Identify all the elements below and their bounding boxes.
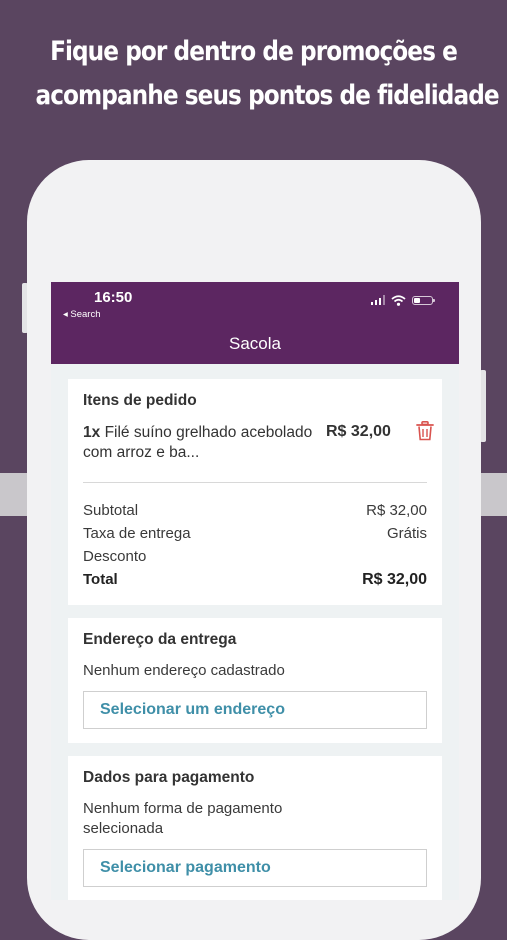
order-item-description: Filé suíno grelhado acebolado com arroz … bbox=[83, 424, 313, 461]
status-time: 16:50 bbox=[94, 289, 133, 306]
subtotal-label: Subtotal bbox=[83, 502, 139, 519]
order-item-price: R$ 32,00 bbox=[326, 423, 391, 440]
subtotal-value: R$ 32,00 bbox=[366, 502, 427, 519]
delivery-fee-value: Grátis bbox=[386, 525, 427, 542]
select-payment-button[interactable]: Selecionar pagamento bbox=[83, 849, 427, 887]
wifi-icon bbox=[391, 294, 406, 306]
delivery-address-title: Endereço da entrega bbox=[83, 631, 237, 648]
trash-icon[interactable] bbox=[416, 421, 434, 441]
battery-icon bbox=[412, 295, 435, 305]
select-address-button[interactable]: Selecionar um endereço bbox=[83, 691, 427, 729]
app-header: 16:50 ◂ Search Sacola bbox=[51, 282, 459, 364]
order-items-card: Itens de pedido 1x Filé suíno grelhado a… bbox=[68, 379, 442, 605]
no-payment-text-line-2: selecionada bbox=[83, 820, 164, 837]
order-items-title: Itens de pedido bbox=[83, 392, 197, 409]
no-address-text: Nenhum endereço cadastrado bbox=[83, 662, 285, 679]
promo-line-2: acompanhe seus pontos de fidelidade bbox=[35, 80, 499, 111]
page-title: Sacola bbox=[229, 334, 281, 353]
total-value: R$ 32,00 bbox=[362, 571, 427, 588]
delivery-fee-label: Taxa de entrega bbox=[83, 525, 191, 542]
discount-label: Desconto bbox=[83, 548, 147, 565]
back-to-search-link[interactable]: ◂ Search bbox=[63, 309, 101, 320]
signal-icon bbox=[370, 295, 385, 305]
payment-card: Dados para pagamento Nenhum forma de pag… bbox=[68, 756, 442, 900]
promo-line-1: Fique por dentro de promoções e bbox=[50, 36, 458, 67]
total-label: Total bbox=[83, 571, 118, 588]
divider bbox=[83, 482, 427, 483]
payment-title: Dados para pagamento bbox=[83, 769, 255, 786]
status-icons bbox=[370, 294, 435, 306]
app-screen: 16:50 ◂ Search Sacola Itens de pedido 1x… bbox=[51, 282, 459, 900]
order-item-quantity: 1x bbox=[83, 424, 101, 441]
promo-headline: Fique por dentro de promoções e acompanh… bbox=[35, 30, 499, 118]
order-item-name: 1x Filé suíno grelhado acebolado com arr… bbox=[83, 423, 323, 463]
no-payment-text-line-1: Nenhum forma de pagamento bbox=[83, 800, 283, 817]
delivery-address-card: Endereço da entrega Nenhum endereço cada… bbox=[68, 618, 442, 743]
